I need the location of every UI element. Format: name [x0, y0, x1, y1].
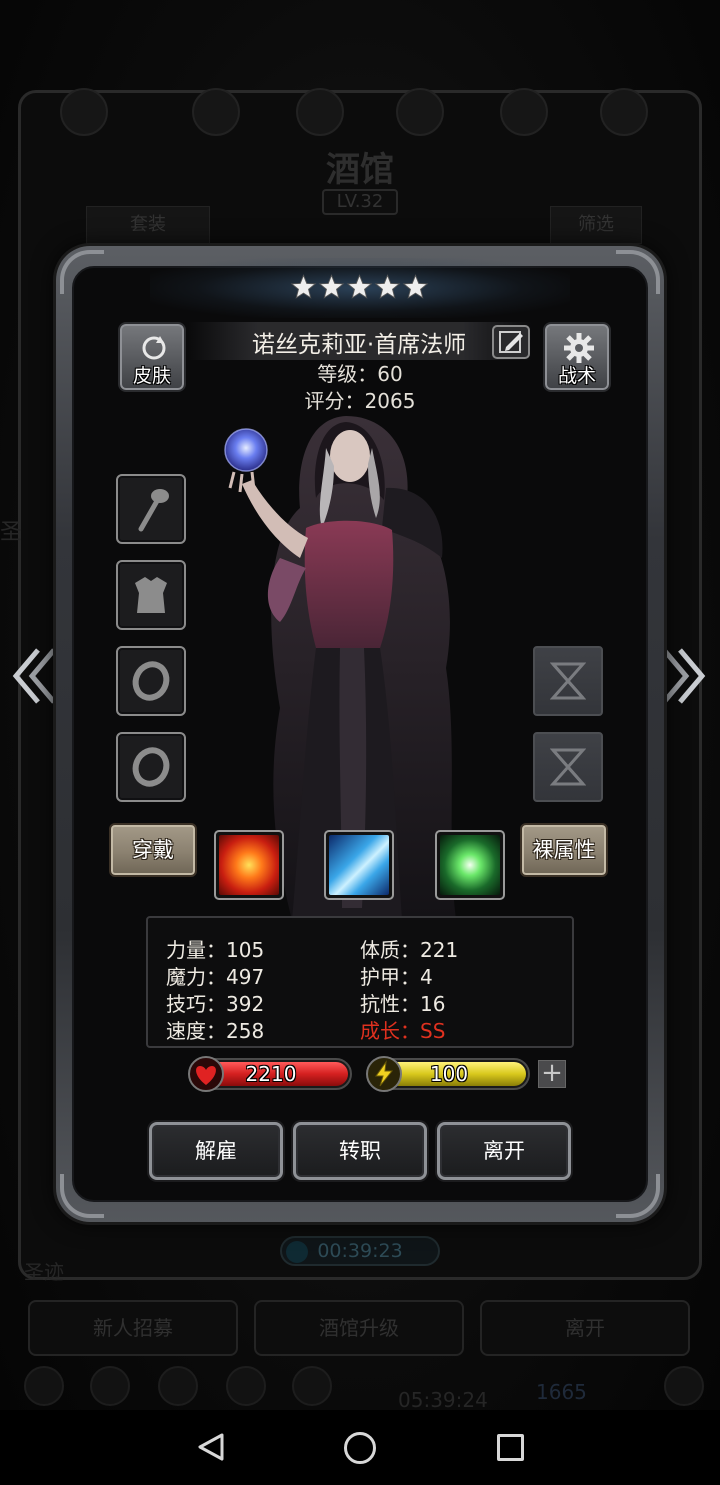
ring-slot-2[interactable]: [116, 732, 186, 802]
add-energy-button[interactable]: +: [538, 1060, 566, 1088]
star-icon: [290, 274, 317, 299]
base-attributes-button[interactable]: 裸属性: [520, 823, 608, 877]
energy-value: 100: [429, 1062, 469, 1086]
rune-slot-2[interactable]: [533, 732, 603, 802]
skin-button-label: 皮肤: [132, 365, 171, 387]
nature-skill-slot[interactable]: [435, 830, 505, 900]
background-level: LV.32: [322, 189, 398, 215]
ring-icon: [132, 661, 170, 701]
stat-armor: 护甲：4: [360, 965, 433, 989]
system-navigation-bar: [0, 1410, 720, 1485]
wear-button[interactable]: 穿戴: [109, 823, 197, 877]
bg-menu-icon: [90, 1366, 130, 1406]
previous-hero-arrow-icon[interactable]: [8, 644, 58, 708]
tactics-button-label: 战术: [557, 365, 596, 387]
back-triangle-icon[interactable]: [196, 1432, 226, 1462]
bg-menu-icon: [24, 1366, 64, 1406]
ice-skill-icon: [329, 835, 389, 895]
stat-strength: 力量：105: [166, 938, 265, 962]
star-icon: [374, 274, 401, 299]
hero-score: 评分：2065: [304, 389, 416, 413]
star-icon: [346, 274, 373, 299]
staff-slot[interactable]: [116, 474, 186, 544]
rune-slot-1[interactable]: [533, 646, 603, 716]
hourglass-rune-icon: [550, 748, 586, 786]
staff-icon: [138, 489, 169, 532]
bg-icon: [296, 88, 344, 136]
refresh-icon: [142, 336, 166, 360]
star-icon: [402, 274, 429, 299]
bg-menu-icon: [292, 1366, 332, 1406]
leave-button[interactable]: 离开: [437, 1122, 571, 1180]
background-gems: 1665: [536, 1380, 587, 1404]
hero-stats-panel: 力量：105 体质：221 魔力：497 护甲：4 技巧：392 抗性：16 速…: [146, 916, 574, 1048]
background-clock: 05:39:24: [398, 1388, 488, 1412]
stat-magic: 魔力：497: [166, 965, 265, 989]
background-recruit-button: 新人招募: [28, 1300, 238, 1356]
stat-skill: 技巧：392: [166, 992, 265, 1016]
background-timer-text: 00:39:23: [317, 1240, 403, 1262]
background-top-icons: [0, 88, 720, 138]
hp-value: 2210: [245, 1062, 297, 1086]
rename-button[interactable]: [492, 325, 530, 359]
stat-growth: 成长：SS: [360, 1019, 446, 1043]
armor-slot[interactable]: [116, 560, 186, 630]
background-upgrade-button: 酒馆升级: [254, 1300, 464, 1356]
background-leave-button: 离开: [480, 1300, 690, 1356]
background-side-text: 圣: [0, 520, 23, 545]
armor-icon: [135, 577, 167, 613]
dismiss-button[interactable]: 解雇: [149, 1122, 283, 1180]
bg-menu-icon: [158, 1366, 198, 1406]
bg-plus-icon: [664, 1366, 704, 1406]
hp-bar: 2210: [188, 1056, 352, 1092]
tactics-button[interactable]: 战术: [543, 322, 611, 392]
bg-icon: [500, 88, 548, 136]
fire-skill-icon: [219, 835, 279, 895]
bg-icon: [600, 88, 648, 136]
nature-skill-icon: [440, 835, 500, 895]
background-timer: 00:39:23: [280, 1236, 440, 1266]
hero-level: 等级：60: [317, 362, 403, 386]
hero-star-rating: [290, 272, 430, 304]
ice-skill-slot[interactable]: [324, 830, 394, 900]
bg-icon: [396, 88, 444, 136]
skin-button[interactable]: 皮肤: [118, 322, 186, 392]
home-circle-icon[interactable]: [344, 1432, 376, 1464]
ring-slot-1[interactable]: [116, 646, 186, 716]
background-tab-filter: 筛选: [550, 206, 642, 244]
hourglass-rune-icon: [550, 662, 586, 700]
gear-icon: [564, 333, 594, 363]
star-icon: [318, 274, 345, 299]
background-title: 酒馆: [326, 150, 394, 190]
recent-apps-square-icon[interactable]: [497, 1434, 524, 1461]
hero-name: 诺丝克莉亚·首席法师: [251, 332, 467, 358]
background-section-label: 圣迹: [24, 1260, 64, 1284]
energy-bar: 100: [366, 1056, 530, 1092]
background-bottom-bar: [0, 1360, 720, 1410]
stat-constitution: 体质：221: [360, 938, 459, 962]
fire-skill-slot[interactable]: [214, 830, 284, 900]
next-hero-arrow-icon[interactable]: [660, 644, 710, 708]
ring-icon: [132, 747, 170, 787]
background-tab-suit: 套装: [86, 206, 210, 244]
change-class-button[interactable]: 转职: [293, 1122, 427, 1180]
bg-icon: [192, 88, 240, 136]
stat-resistance: 抗性：16: [360, 992, 446, 1016]
stat-speed: 速度：258: [166, 1019, 265, 1043]
bg-menu-icon: [226, 1366, 266, 1406]
edit-pencil-icon: [499, 331, 523, 353]
clock-icon: [286, 1241, 308, 1263]
bg-icon: [60, 88, 108, 136]
